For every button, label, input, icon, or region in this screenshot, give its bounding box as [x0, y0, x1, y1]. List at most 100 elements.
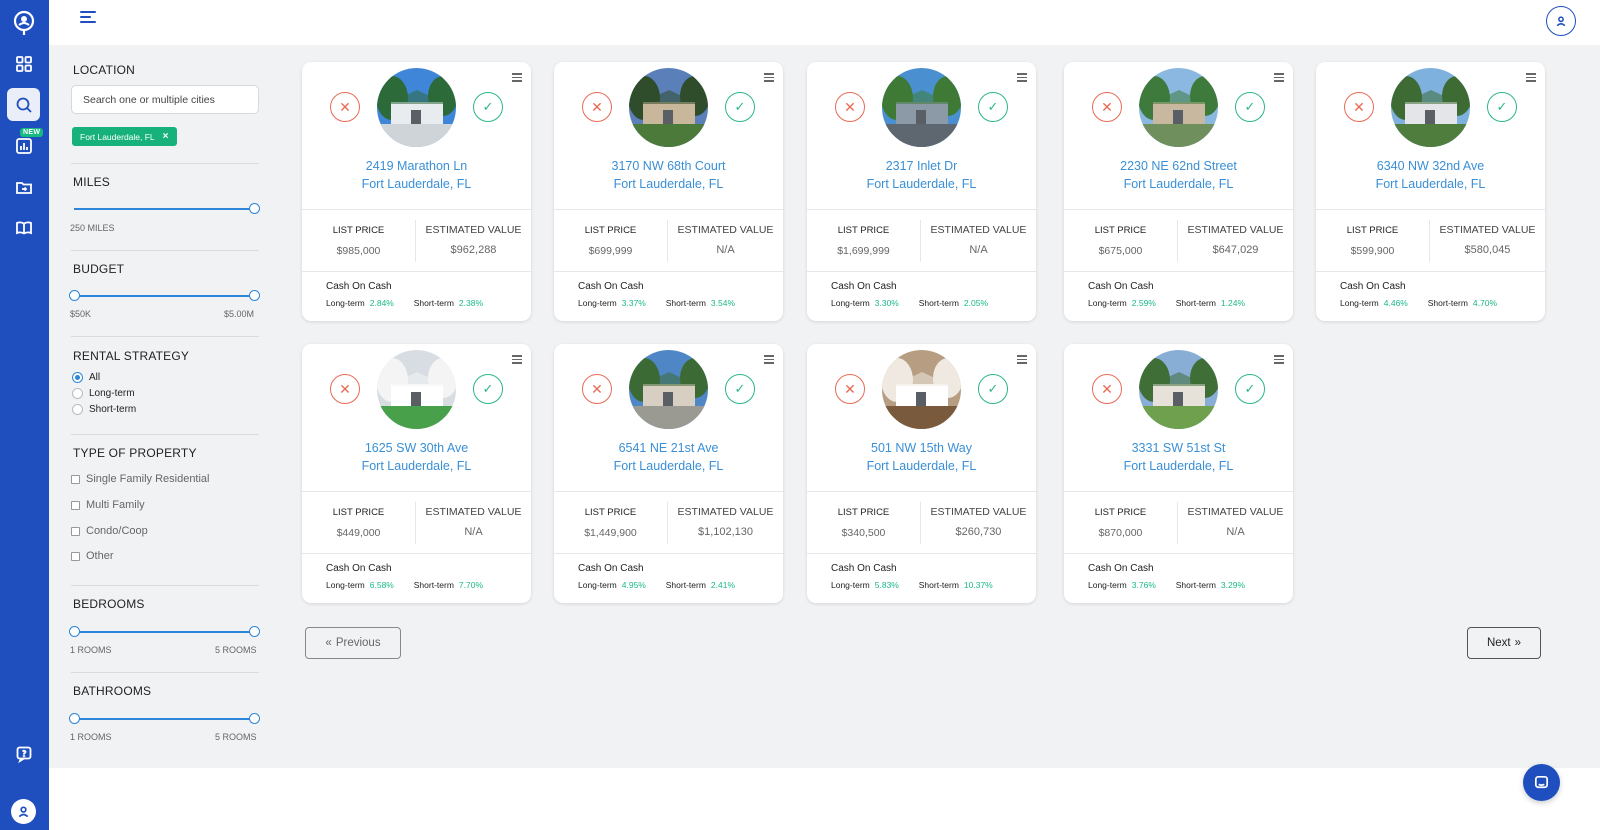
property-card[interactable]: ✕ ✓ 6340 NW 32nd Ave Fort Lauderdale, FL…	[1316, 62, 1545, 321]
property-photo[interactable]	[377, 350, 456, 429]
radio-long-term[interactable]: Long-term	[72, 388, 135, 399]
property-photo[interactable]	[1139, 68, 1218, 147]
book-icon[interactable]	[7, 211, 40, 244]
card-menu-icon[interactable]	[764, 355, 774, 364]
property-address[interactable]: 6340 NW 32nd Ave Fort Lauderdale, FL	[1316, 157, 1545, 193]
radio-button[interactable]	[72, 388, 83, 399]
previous-button[interactable]: « Previous	[305, 627, 401, 659]
street-address[interactable]: 1625 SW 30th Ave	[302, 439, 531, 457]
menu-toggle-icon[interactable]	[80, 11, 96, 24]
property-address[interactable]: 3331 SW 51st St Fort Lauderdale, FL	[1064, 439, 1293, 475]
property-address[interactable]: 3170 NW 68th Court Fort Lauderdale, FL	[554, 157, 783, 193]
accept-button[interactable]: ✓	[1235, 374, 1265, 404]
property-photo[interactable]	[1139, 350, 1218, 429]
accept-button[interactable]: ✓	[978, 92, 1008, 122]
reject-button[interactable]: ✕	[582, 374, 612, 404]
next-button[interactable]: Next »	[1467, 627, 1541, 659]
bedrooms-max-handle[interactable]	[249, 626, 260, 637]
checkbox[interactable]	[71, 500, 80, 510]
budget-max-handle[interactable]	[249, 290, 260, 301]
radio-button[interactable]	[72, 372, 83, 383]
checkbox-condo[interactable]: Condo/Coop	[71, 525, 148, 537]
property-address[interactable]: 501 NW 15th Way Fort Lauderdale, FL	[807, 439, 1036, 475]
account-icon[interactable]	[1546, 6, 1576, 36]
user-avatar-icon[interactable]	[11, 799, 36, 824]
reject-button[interactable]: ✕	[1092, 374, 1122, 404]
reject-button[interactable]: ✕	[330, 92, 360, 122]
street-address[interactable]: 6541 NE 21st Ave	[554, 439, 783, 457]
checkbox-multi-family[interactable]: Multi Family	[71, 499, 145, 511]
card-menu-icon[interactable]	[1274, 355, 1284, 364]
street-address[interactable]: 2230 NE 62nd Street	[1064, 157, 1293, 175]
city-search-input[interactable]	[71, 85, 259, 114]
checkbox-single-family[interactable]: Single Family Residential	[71, 473, 210, 485]
property-card[interactable]: ✕ ✓ 3170 NW 68th Court Fort Lauderdale, …	[554, 62, 783, 321]
search-icon[interactable]	[7, 88, 40, 121]
property-photo[interactable]	[1391, 68, 1470, 147]
card-menu-icon[interactable]	[764, 73, 774, 82]
street-address[interactable]: 3170 NW 68th Court	[554, 157, 783, 175]
property-photo[interactable]	[377, 68, 456, 147]
property-photo[interactable]	[629, 68, 708, 147]
help-chat-icon[interactable]	[7, 737, 40, 770]
chat-icon[interactable]	[1523, 764, 1560, 801]
property-card[interactable]: ✕ ✓ 501 NW 15th Way Fort Lauderdale, FL …	[807, 344, 1036, 603]
card-menu-icon[interactable]	[1017, 355, 1027, 364]
accept-button[interactable]: ✓	[473, 92, 503, 122]
card-menu-icon[interactable]	[1274, 73, 1284, 82]
miles-slider[interactable]	[74, 203, 260, 215]
grid-icon[interactable]	[7, 47, 40, 80]
accept-button[interactable]: ✓	[725, 92, 755, 122]
reject-button[interactable]: ✕	[835, 92, 865, 122]
radio-short-term[interactable]: Short-term	[72, 404, 136, 415]
property-photo[interactable]	[882, 350, 961, 429]
reject-button[interactable]: ✕	[330, 374, 360, 404]
property-card[interactable]: ✕ ✓ 2230 NE 62nd Street Fort Lauderdale,…	[1064, 62, 1293, 321]
property-photo[interactable]	[629, 350, 708, 429]
miles-slider-handle[interactable]	[249, 203, 260, 214]
bathrooms-slider[interactable]	[69, 713, 260, 725]
location-chip[interactable]: Fort Lauderdale, FL ×	[72, 127, 177, 146]
checkbox-other[interactable]: Other	[71, 550, 114, 562]
property-address[interactable]: 2317 Inlet Dr Fort Lauderdale, FL	[807, 157, 1036, 193]
checkbox[interactable]	[71, 474, 80, 484]
radio-button[interactable]	[72, 404, 83, 415]
folder-icon[interactable]	[7, 170, 40, 203]
checkbox[interactable]	[71, 551, 80, 561]
property-card[interactable]: ✕ ✓ 1625 SW 30th Ave Fort Lauderdale, FL…	[302, 344, 531, 603]
street-address[interactable]: 3331 SW 51st St	[1064, 439, 1293, 457]
property-card[interactable]: ✕ ✓ 3331 SW 51st St Fort Lauderdale, FL …	[1064, 344, 1293, 603]
street-address[interactable]: 2317 Inlet Dr	[807, 157, 1036, 175]
reject-button[interactable]: ✕	[582, 92, 612, 122]
reject-button[interactable]: ✕	[1344, 92, 1374, 122]
bedrooms-min-handle[interactable]	[69, 626, 80, 637]
bedrooms-slider[interactable]	[69, 626, 260, 638]
property-card[interactable]: ✕ ✓ 2317 Inlet Dr Fort Lauderdale, FL LI…	[807, 62, 1036, 321]
property-address[interactable]: 6541 NE 21st Ave Fort Lauderdale, FL	[554, 439, 783, 475]
accept-button[interactable]: ✓	[725, 374, 755, 404]
property-card[interactable]: ✕ ✓ 2419 Marathon Ln Fort Lauderdale, FL…	[302, 62, 531, 321]
budget-min-handle[interactable]	[69, 290, 80, 301]
radio-all[interactable]: All	[72, 372, 100, 383]
property-photo[interactable]	[882, 68, 961, 147]
street-address[interactable]: 2419 Marathon Ln	[302, 157, 531, 175]
budget-slider[interactable]	[69, 290, 260, 302]
checkbox[interactable]	[71, 526, 80, 536]
street-address[interactable]: 501 NW 15th Way	[807, 439, 1036, 457]
property-card[interactable]: ✕ ✓ 6541 NE 21st Ave Fort Lauderdale, FL…	[554, 344, 783, 603]
card-menu-icon[interactable]	[512, 73, 522, 82]
accept-button[interactable]: ✓	[1235, 92, 1265, 122]
property-address[interactable]: 1625 SW 30th Ave Fort Lauderdale, FL	[302, 439, 531, 475]
bathrooms-max-handle[interactable]	[249, 713, 260, 724]
close-icon[interactable]: ×	[163, 131, 169, 142]
reject-button[interactable]: ✕	[1092, 92, 1122, 122]
property-address[interactable]: 2230 NE 62nd Street Fort Lauderdale, FL	[1064, 157, 1293, 193]
app-logo-icon[interactable]	[12, 10, 36, 36]
property-address[interactable]: 2419 Marathon Ln Fort Lauderdale, FL	[302, 157, 531, 193]
accept-button[interactable]: ✓	[1487, 92, 1517, 122]
accept-button[interactable]: ✓	[473, 374, 503, 404]
bathrooms-min-handle[interactable]	[69, 713, 80, 724]
card-menu-icon[interactable]	[1017, 73, 1027, 82]
street-address[interactable]: 6340 NW 32nd Ave	[1316, 157, 1545, 175]
reject-button[interactable]: ✕	[835, 374, 865, 404]
